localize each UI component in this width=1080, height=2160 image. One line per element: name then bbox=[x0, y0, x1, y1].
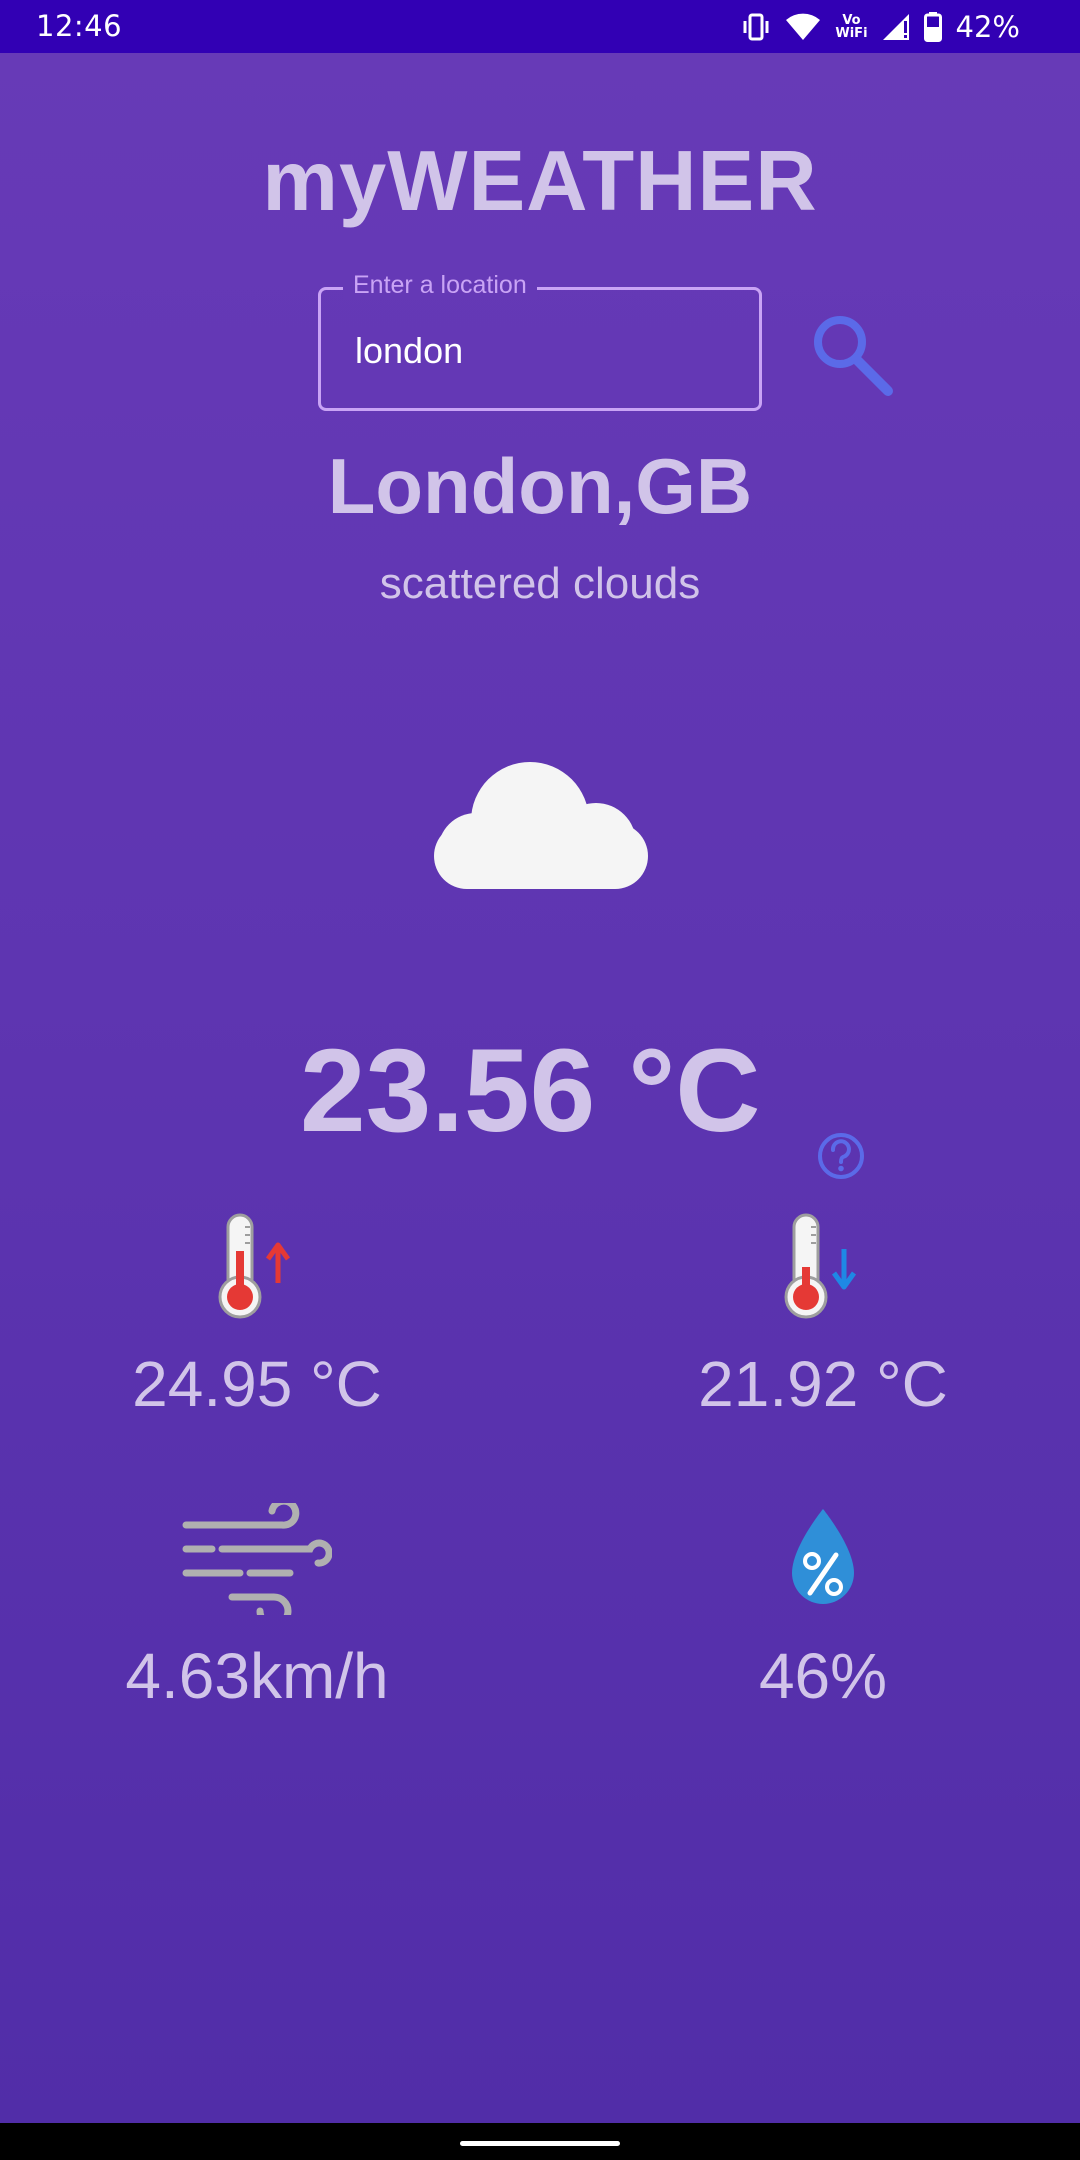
volte-wifi-indicator: Vo WiFi bbox=[835, 14, 867, 40]
vibrate-icon bbox=[741, 13, 771, 41]
app-title: myWEATHER bbox=[262, 134, 818, 229]
home-gesture-handle[interactable] bbox=[460, 2141, 620, 2146]
wind-icon bbox=[27, 1503, 487, 1615]
cell-signal-icon bbox=[882, 13, 910, 41]
min-temperature-value: 21.92 °C bbox=[698, 1348, 948, 1420]
weather-description: scattered clouds bbox=[379, 559, 701, 608]
search-button[interactable] bbox=[806, 309, 896, 399]
status-icons: Vo WiFi 42% bbox=[741, 9, 1020, 45]
wind-speed-value: 4.63km/h bbox=[125, 1640, 389, 1712]
status-time: 12:46 bbox=[36, 9, 123, 43]
volte-label-bottom: WiFi bbox=[835, 26, 868, 41]
wifi-icon bbox=[785, 13, 821, 41]
weather-screen: myWEATHER Enter a location london London… bbox=[0, 53, 1080, 2123]
humidity-stat: 46% bbox=[593, 1503, 1053, 1713]
search-icon bbox=[806, 316, 896, 403]
max-temperature-stat: 24.95 °C bbox=[27, 1211, 487, 1421]
battery-icon bbox=[923, 12, 942, 42]
status-bar: 12:46 Vo WiFi 42% bbox=[0, 0, 1080, 53]
battery-percent: 42% bbox=[955, 10, 1020, 44]
thermometer-up-icon bbox=[27, 1211, 487, 1321]
wind-speed-stat: 4.63km/h bbox=[27, 1503, 487, 1713]
humidity-drop-icon bbox=[593, 1503, 1053, 1615]
navigation-bar bbox=[0, 2123, 1080, 2160]
location-input-label: Enter a location bbox=[343, 271, 537, 300]
humidity-value: 46% bbox=[758, 1640, 888, 1712]
current-temperature: 23.56 °C bbox=[300, 1025, 761, 1157]
thermometer-down-icon bbox=[593, 1211, 1053, 1321]
max-temperature-value: 24.95 °C bbox=[132, 1348, 382, 1420]
location-input[interactable]: Enter a location london bbox=[318, 271, 762, 411]
min-temperature-stat: 21.92 °C bbox=[593, 1211, 1053, 1421]
help-icon[interactable] bbox=[816, 1131, 866, 1181]
location-name: London,GB bbox=[327, 442, 753, 530]
location-input-value[interactable]: london bbox=[355, 330, 463, 372]
cloud-icon bbox=[432, 753, 650, 893]
